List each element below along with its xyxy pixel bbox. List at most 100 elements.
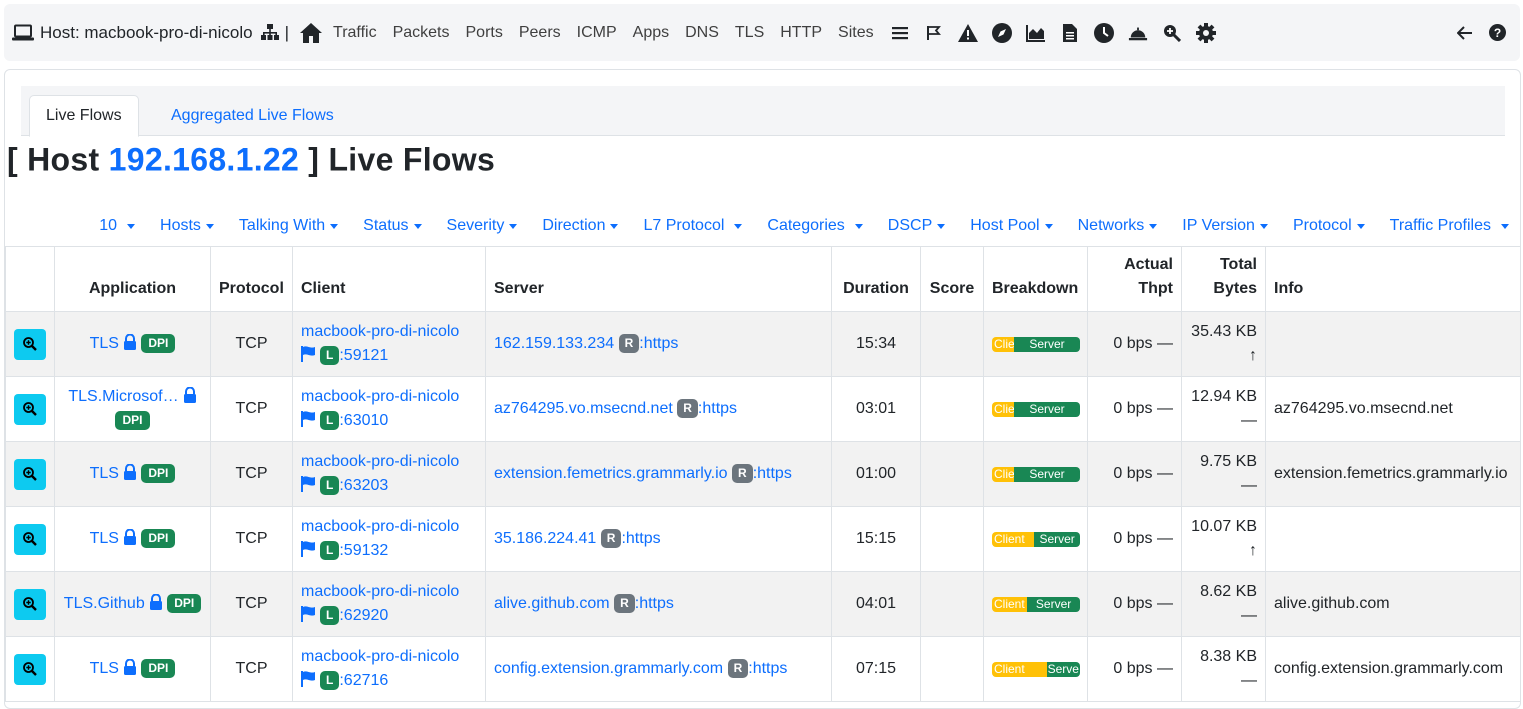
application-link[interactable]: TLS bbox=[90, 465, 119, 482]
nav-dns[interactable]: DNS bbox=[685, 24, 719, 42]
thpt-trend-icon: — bbox=[1157, 335, 1173, 352]
server-port-link[interactable]: :https bbox=[753, 465, 792, 482]
filter-talking-with[interactable]: Talking With bbox=[239, 217, 339, 235]
nav-sites[interactable]: Sites bbox=[838, 24, 874, 42]
filter-severity[interactable]: Severity bbox=[447, 217, 518, 235]
server-host-link[interactable]: alive.github.com bbox=[494, 595, 610, 612]
filter-traffic-profiles[interactable]: Traffic Profiles bbox=[1390, 217, 1509, 235]
col-application[interactable]: Application bbox=[54, 246, 211, 312]
nav-traffic[interactable]: Traffic bbox=[333, 24, 377, 42]
server-host-link[interactable]: config.extension.grammarly.com bbox=[494, 660, 723, 677]
application-link[interactable]: TLS bbox=[90, 335, 119, 352]
client-port-link[interactable]: :63203 bbox=[339, 477, 388, 494]
client-host-link[interactable]: macbook-pro-di-nicolo bbox=[301, 323, 459, 340]
search-plus-icon[interactable] bbox=[1162, 23, 1182, 43]
client-port-link[interactable]: :59121 bbox=[339, 347, 388, 364]
col-duration[interactable]: Duration bbox=[831, 246, 921, 312]
col-total-bytes[interactable]: Total Bytes bbox=[1181, 246, 1266, 312]
breakdown-cell: Client Serve bbox=[983, 636, 1088, 702]
flow-details-button[interactable] bbox=[14, 458, 46, 490]
application-link[interactable]: TLS bbox=[90, 530, 119, 547]
flow-details-button[interactable] bbox=[14, 393, 46, 425]
caret-down-icon bbox=[127, 223, 136, 229]
server-cell: 35.186.224.41 R:https bbox=[485, 506, 832, 572]
page-size-dropdown[interactable]: 10 bbox=[99, 217, 136, 235]
flag-icon[interactable] bbox=[924, 23, 944, 43]
server-host-link[interactable]: 162.159.133.234 bbox=[494, 335, 614, 352]
filter-dscp[interactable]: DSCP bbox=[888, 217, 946, 235]
client-port-link[interactable]: :62716 bbox=[339, 672, 388, 689]
nav-tls[interactable]: TLS bbox=[735, 24, 764, 42]
col-info[interactable]: Info bbox=[1265, 246, 1521, 312]
server-host-link[interactable]: extension.femetrics.grammarly.io bbox=[494, 465, 728, 482]
server-port-link[interactable]: :https bbox=[639, 335, 678, 352]
nav-peers[interactable]: Peers bbox=[519, 24, 561, 42]
nav-icmp[interactable]: ICMP bbox=[577, 24, 617, 42]
col-breakdown[interactable]: Breakdown bbox=[983, 246, 1088, 312]
client-cell: macbook-pro-di-nicolo L:63010 bbox=[292, 376, 486, 442]
clock-icon[interactable] bbox=[1093, 22, 1114, 43]
filter-label: Protocol bbox=[1292, 217, 1352, 234]
application-link[interactable]: TLS.Github bbox=[64, 595, 145, 612]
filter-l7-protocol[interactable]: L7 Protocol bbox=[643, 217, 743, 235]
application-link[interactable]: TLS.Microsof… bbox=[68, 388, 178, 405]
nav-ports[interactable]: Ports bbox=[466, 24, 503, 42]
filter-hosts[interactable]: Hosts bbox=[160, 217, 214, 235]
client-host-link[interactable]: macbook-pro-di-nicolo bbox=[301, 518, 459, 535]
client-host-link[interactable]: macbook-pro-di-nicolo bbox=[301, 453, 459, 470]
filter-host-pool[interactable]: Host Pool bbox=[970, 217, 1053, 235]
flow-details-button[interactable] bbox=[14, 523, 46, 555]
client-host-link[interactable]: macbook-pro-di-nicolo bbox=[301, 648, 459, 665]
compass-icon[interactable] bbox=[991, 22, 1012, 43]
filter-status[interactable]: Status bbox=[363, 217, 422, 235]
flow-details-button[interactable] bbox=[14, 588, 46, 620]
server-port-link[interactable]: :https bbox=[635, 595, 674, 612]
flow-details-button[interactable] bbox=[14, 328, 46, 360]
area-chart-icon[interactable] bbox=[1025, 23, 1046, 43]
server-port-link[interactable]: :https bbox=[698, 400, 737, 417]
total-bytes-cell: 8.62 KB — bbox=[1181, 571, 1266, 637]
flow-details-button[interactable] bbox=[14, 653, 46, 685]
col-protocol[interactable]: Protocol bbox=[210, 246, 293, 312]
application-cell: TLS.Microsof… DPI bbox=[54, 376, 211, 442]
filter-categories[interactable]: Categories bbox=[767, 217, 863, 235]
nav-http[interactable]: HTTP bbox=[780, 24, 822, 42]
arrow-left-icon[interactable] bbox=[1456, 24, 1474, 42]
filter-ip-version[interactable]: IP Version bbox=[1182, 217, 1268, 235]
host-ip-link[interactable]: 192.168.1.22 bbox=[109, 142, 299, 178]
client-host-link[interactable]: macbook-pro-di-nicolo bbox=[301, 388, 459, 405]
breakdown-cell: ClientServer bbox=[983, 376, 1088, 442]
help-icon[interactable]: ? bbox=[1488, 24, 1506, 42]
host-title[interactable]: Host: macbook-pro-di-nicolo | bbox=[12, 23, 293, 43]
nav-packets[interactable]: Packets bbox=[393, 24, 450, 42]
home-icon[interactable] bbox=[299, 22, 323, 44]
flag-icon bbox=[301, 671, 315, 687]
filter-protocol[interactable]: Protocol bbox=[1293, 217, 1365, 235]
network-topology-icon[interactable] bbox=[260, 24, 279, 41]
flows-list-icon[interactable] bbox=[890, 23, 910, 43]
tab-live-flows[interactable]: Live Flows bbox=[29, 95, 139, 137]
server-port-link[interactable]: :https bbox=[748, 660, 787, 677]
col-score[interactable]: Score bbox=[920, 246, 984, 312]
client-port-link[interactable]: :59132 bbox=[339, 542, 388, 559]
alert-triangle-icon[interactable] bbox=[957, 23, 978, 43]
filter-direction[interactable]: Direction bbox=[542, 217, 619, 235]
client-host-link[interactable]: macbook-pro-di-nicolo bbox=[301, 583, 459, 600]
server-host-link[interactable]: 35.186.224.41 bbox=[494, 530, 596, 547]
gear-icon[interactable] bbox=[1195, 22, 1216, 43]
application-link[interactable]: TLS bbox=[90, 660, 119, 677]
col-server[interactable]: Server bbox=[485, 246, 832, 312]
server-host-link[interactable]: az764295.vo.msecnd.net bbox=[494, 400, 673, 417]
client-port-link[interactable]: :63010 bbox=[339, 412, 388, 429]
server-port-link[interactable]: :https bbox=[621, 530, 660, 547]
score-cell bbox=[920, 311, 984, 377]
col-actual-thpt[interactable]: Actual Thpt bbox=[1087, 246, 1182, 312]
report-file-icon[interactable] bbox=[1060, 23, 1080, 43]
nav-apps[interactable]: Apps bbox=[633, 24, 669, 42]
caret-down-icon bbox=[1501, 223, 1509, 229]
tab-aggregated-live-flows[interactable]: Aggregated Live Flows bbox=[155, 95, 350, 137]
filter-networks[interactable]: Networks bbox=[1078, 217, 1158, 235]
service-bell-icon[interactable] bbox=[1128, 23, 1148, 43]
col-client[interactable]: Client bbox=[292, 246, 486, 312]
client-port-link[interactable]: :62920 bbox=[339, 607, 388, 624]
